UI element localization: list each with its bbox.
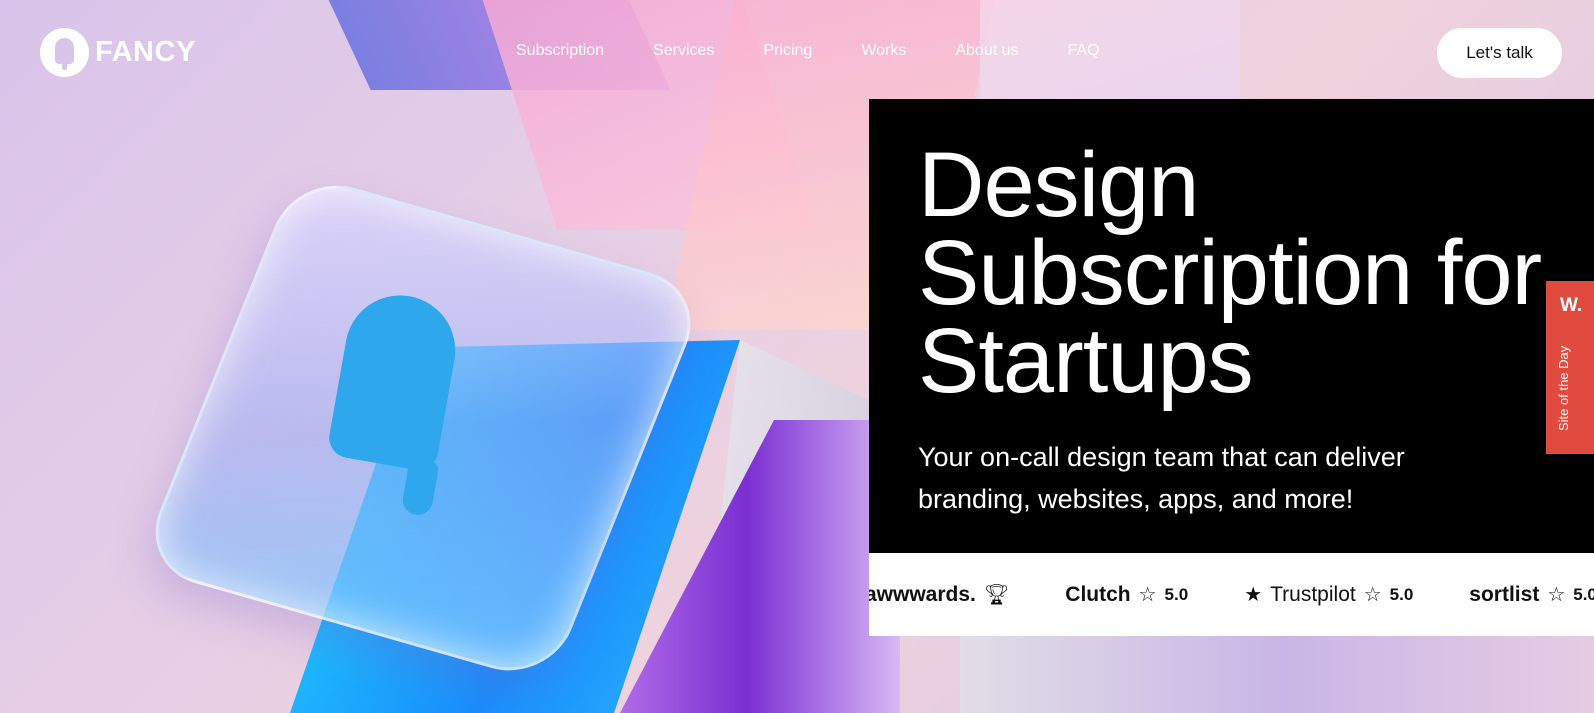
glass-cube-illustration xyxy=(137,171,709,685)
nav-services[interactable]: Services xyxy=(653,42,714,60)
clutch-logo: Clutch xyxy=(1065,582,1131,606)
awwwards-logo: awwwards. xyxy=(869,582,976,606)
hero-card: Design Subscription for Startups Your on… xyxy=(869,99,1594,553)
star-outline-icon: ☆ xyxy=(1363,584,1382,606)
badge-text: Site of the Day xyxy=(1556,345,1571,431)
star-outline-icon: ☆ xyxy=(1138,584,1157,606)
sortlist-logo: sortlist xyxy=(1469,582,1540,606)
rating-awwwards[interactable]: awwwards. 🏆︎ xyxy=(869,582,1009,607)
logo-text: FANCY xyxy=(95,36,196,68)
rating-trustpilot[interactable]: ★ Trustpilot ☆ 5.0 xyxy=(1244,582,1413,607)
bg-shape-pink xyxy=(482,0,818,230)
bg-shape-purple xyxy=(620,420,900,713)
main-nav: Subscription Services Pricing Works Abou… xyxy=(516,42,1149,60)
popsicle-illustration xyxy=(326,286,464,474)
popsicle-stick-illustration xyxy=(400,457,440,518)
nav-subscription[interactable]: Subscription xyxy=(516,42,604,60)
trophy-icon: 🏆︎ xyxy=(983,584,1010,606)
rating-clutch[interactable]: Clutch ☆ 5.0 xyxy=(1065,582,1188,607)
bg-shape-cyan xyxy=(290,340,740,713)
nav-pricing[interactable]: Pricing xyxy=(763,42,812,60)
hero-title: Design Subscription for Startups xyxy=(918,134,1542,412)
trustpilot-score: 5.0 xyxy=(1389,584,1414,604)
ratings-strip: awwwards. 🏆︎ Clutch ☆ 5.0 ★ Trustpilot ☆… xyxy=(869,553,1594,636)
star-outline-icon: ☆ xyxy=(1547,584,1566,606)
trustpilot-star-icon: ★ xyxy=(1244,584,1263,606)
awwwards-sotd-badge[interactable]: W. Site of the Day xyxy=(1546,281,1594,454)
clutch-score: 5.0 xyxy=(1164,584,1189,604)
nav-faq[interactable]: FAQ xyxy=(1068,42,1100,60)
logo[interactable]: FANCY xyxy=(40,28,196,77)
sortlist-score: 5.0 xyxy=(1573,584,1594,604)
nav-about-us[interactable]: About us xyxy=(955,42,1018,60)
trustpilot-logo: Trustpilot xyxy=(1270,582,1356,606)
nav-works[interactable]: Works xyxy=(861,42,906,60)
popsicle-logo-icon xyxy=(40,28,89,77)
hero-subtitle: Your on-call design team that can delive… xyxy=(918,442,1405,514)
lets-talk-button[interactable]: Let's talk xyxy=(1437,28,1562,78)
rating-sortlist[interactable]: sortlist ☆ 5.0 xyxy=(1469,582,1594,607)
